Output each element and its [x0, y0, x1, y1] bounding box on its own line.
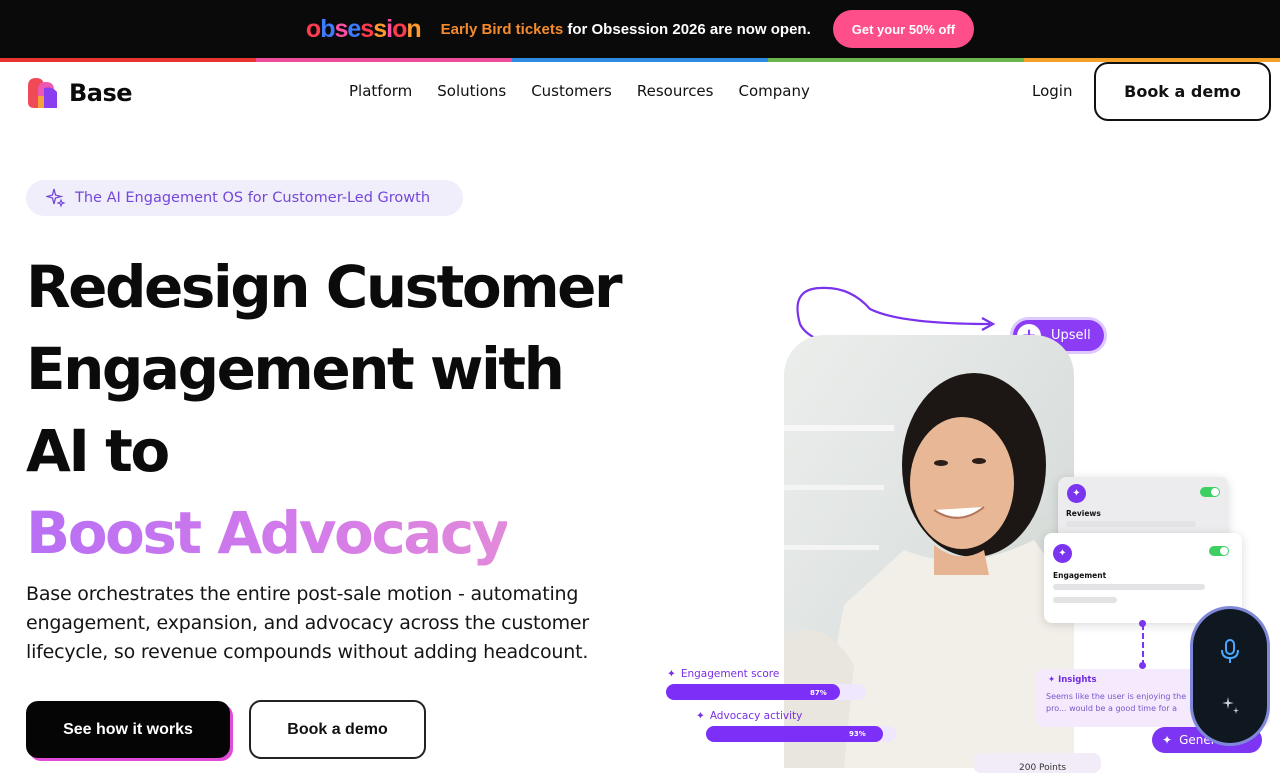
logo-letter: o — [392, 15, 407, 43]
customer-photo — [784, 335, 1074, 768]
announcement-text: Early Bird tickets for Obsession 2026 ar… — [441, 21, 811, 38]
points-chip: 200 Points — [973, 753, 1101, 773]
reviews-label: Reviews — [1066, 509, 1101, 518]
book-demo-header-button[interactable]: Book a demo — [1094, 62, 1271, 121]
advocacy-activity-text: Advocacy activity — [709, 710, 803, 722]
advocacy-activity-label: ✦ Advocacy activity — [696, 710, 802, 722]
announcement-bar: obsession Early Bird tickets for Obsessi… — [0, 0, 1280, 62]
main-nav: Platform Solutions Customers Resources C… — [349, 82, 835, 100]
voice-assistant-panel[interactable] — [1193, 609, 1267, 743]
headline-line-2: Engagement with — [26, 335, 565, 403]
base-logo-icon — [28, 78, 57, 108]
smiling-woman-image — [784, 335, 1074, 768]
upsell-label: Upsell — [1051, 328, 1091, 343]
nav-customers[interactable]: Customers — [531, 82, 612, 100]
logo-letter: n — [406, 15, 421, 43]
obsession-event-logo[interactable]: obsession — [305, 15, 422, 43]
engagement-toggle[interactable] — [1209, 546, 1229, 556]
connector-dot — [1139, 620, 1146, 627]
brand-name: Base — [69, 79, 133, 107]
connector-dot — [1139, 662, 1146, 669]
sparkle-icon — [46, 188, 66, 208]
brand-logo[interactable]: Base — [26, 76, 133, 110]
logo-letter: o — [305, 15, 321, 43]
engagement-score-label: ✦ Engagement score — [667, 668, 779, 680]
engagement-card[interactable]: ✦ Engagement — [1044, 533, 1242, 623]
logo-letter: s — [334, 15, 348, 43]
headline-line-3: AI to — [26, 417, 170, 485]
sparkle-icon: ✦ — [696, 710, 705, 722]
reviews-card[interactable]: ✦ Reviews — [1058, 477, 1228, 539]
sparkle-icon: ✦ — [1067, 484, 1086, 503]
microphone-icon[interactable] — [1220, 639, 1240, 665]
placeholder-bar — [1053, 597, 1117, 603]
hero-headline: Redesign Customer Engagement with AI to … — [26, 246, 666, 574]
hero-subtext: Base orchestrates the entire post-sale m… — [26, 583, 590, 663]
headline-line-1: Redesign Customer — [26, 253, 623, 321]
see-how-it-works-button[interactable]: See how it works — [26, 701, 230, 758]
points-label: 200 Points — [1019, 763, 1067, 773]
insights-title-text: Insights — [1058, 675, 1097, 685]
sparkle-icon: ✦ — [1162, 733, 1173, 747]
sparkle-icon[interactable] — [1220, 695, 1242, 717]
nav-platform[interactable]: Platform — [349, 82, 412, 100]
nav-company[interactable]: Company — [738, 82, 809, 100]
site-header: Base Platform Solutions Customers Resour… — [0, 62, 1280, 124]
logo-letter: s — [373, 15, 387, 43]
placeholder-bar — [1053, 584, 1205, 590]
insights-title: ✦ Insights — [1048, 675, 1097, 685]
book-demo-hero-button[interactable]: Book a demo — [249, 700, 426, 759]
connector-line — [1142, 624, 1144, 666]
placeholder-bar — [1066, 521, 1196, 527]
engagement-score-value: 87% — [810, 689, 827, 697]
advocacy-activity-value: 93% — [849, 730, 866, 738]
logo-letter: b — [320, 15, 335, 43]
announcement-rest: for Obsession 2026 are now open. — [563, 20, 811, 38]
get-discount-button[interactable]: Get your 50% off — [832, 10, 975, 48]
reviews-toggle[interactable] — [1200, 487, 1220, 497]
engagement-label: Engagement — [1053, 571, 1107, 580]
sparkle-icon: ✦ — [667, 668, 676, 680]
announcement-highlight: Early Bird tickets — [440, 20, 564, 38]
logo-letter: s — [360, 15, 374, 43]
nav-solutions[interactable]: Solutions — [437, 82, 506, 100]
insights-text: Seems like the user is enjoying the pro.… — [1046, 692, 1187, 717]
engagement-score-text: Engagement score — [680, 668, 780, 680]
nav-resources[interactable]: Resources — [637, 82, 714, 100]
tagline-text: The AI Engagement OS for Customer-Led Gr… — [75, 190, 431, 206]
tagline-pill: The AI Engagement OS for Customer-Led Gr… — [26, 180, 463, 216]
sparkle-icon: ✦ — [1053, 544, 1072, 563]
login-link[interactable]: Login — [1032, 82, 1072, 100]
logo-letter: e — [347, 15, 361, 43]
headline-highlight: Boost Advocacy — [26, 492, 510, 574]
